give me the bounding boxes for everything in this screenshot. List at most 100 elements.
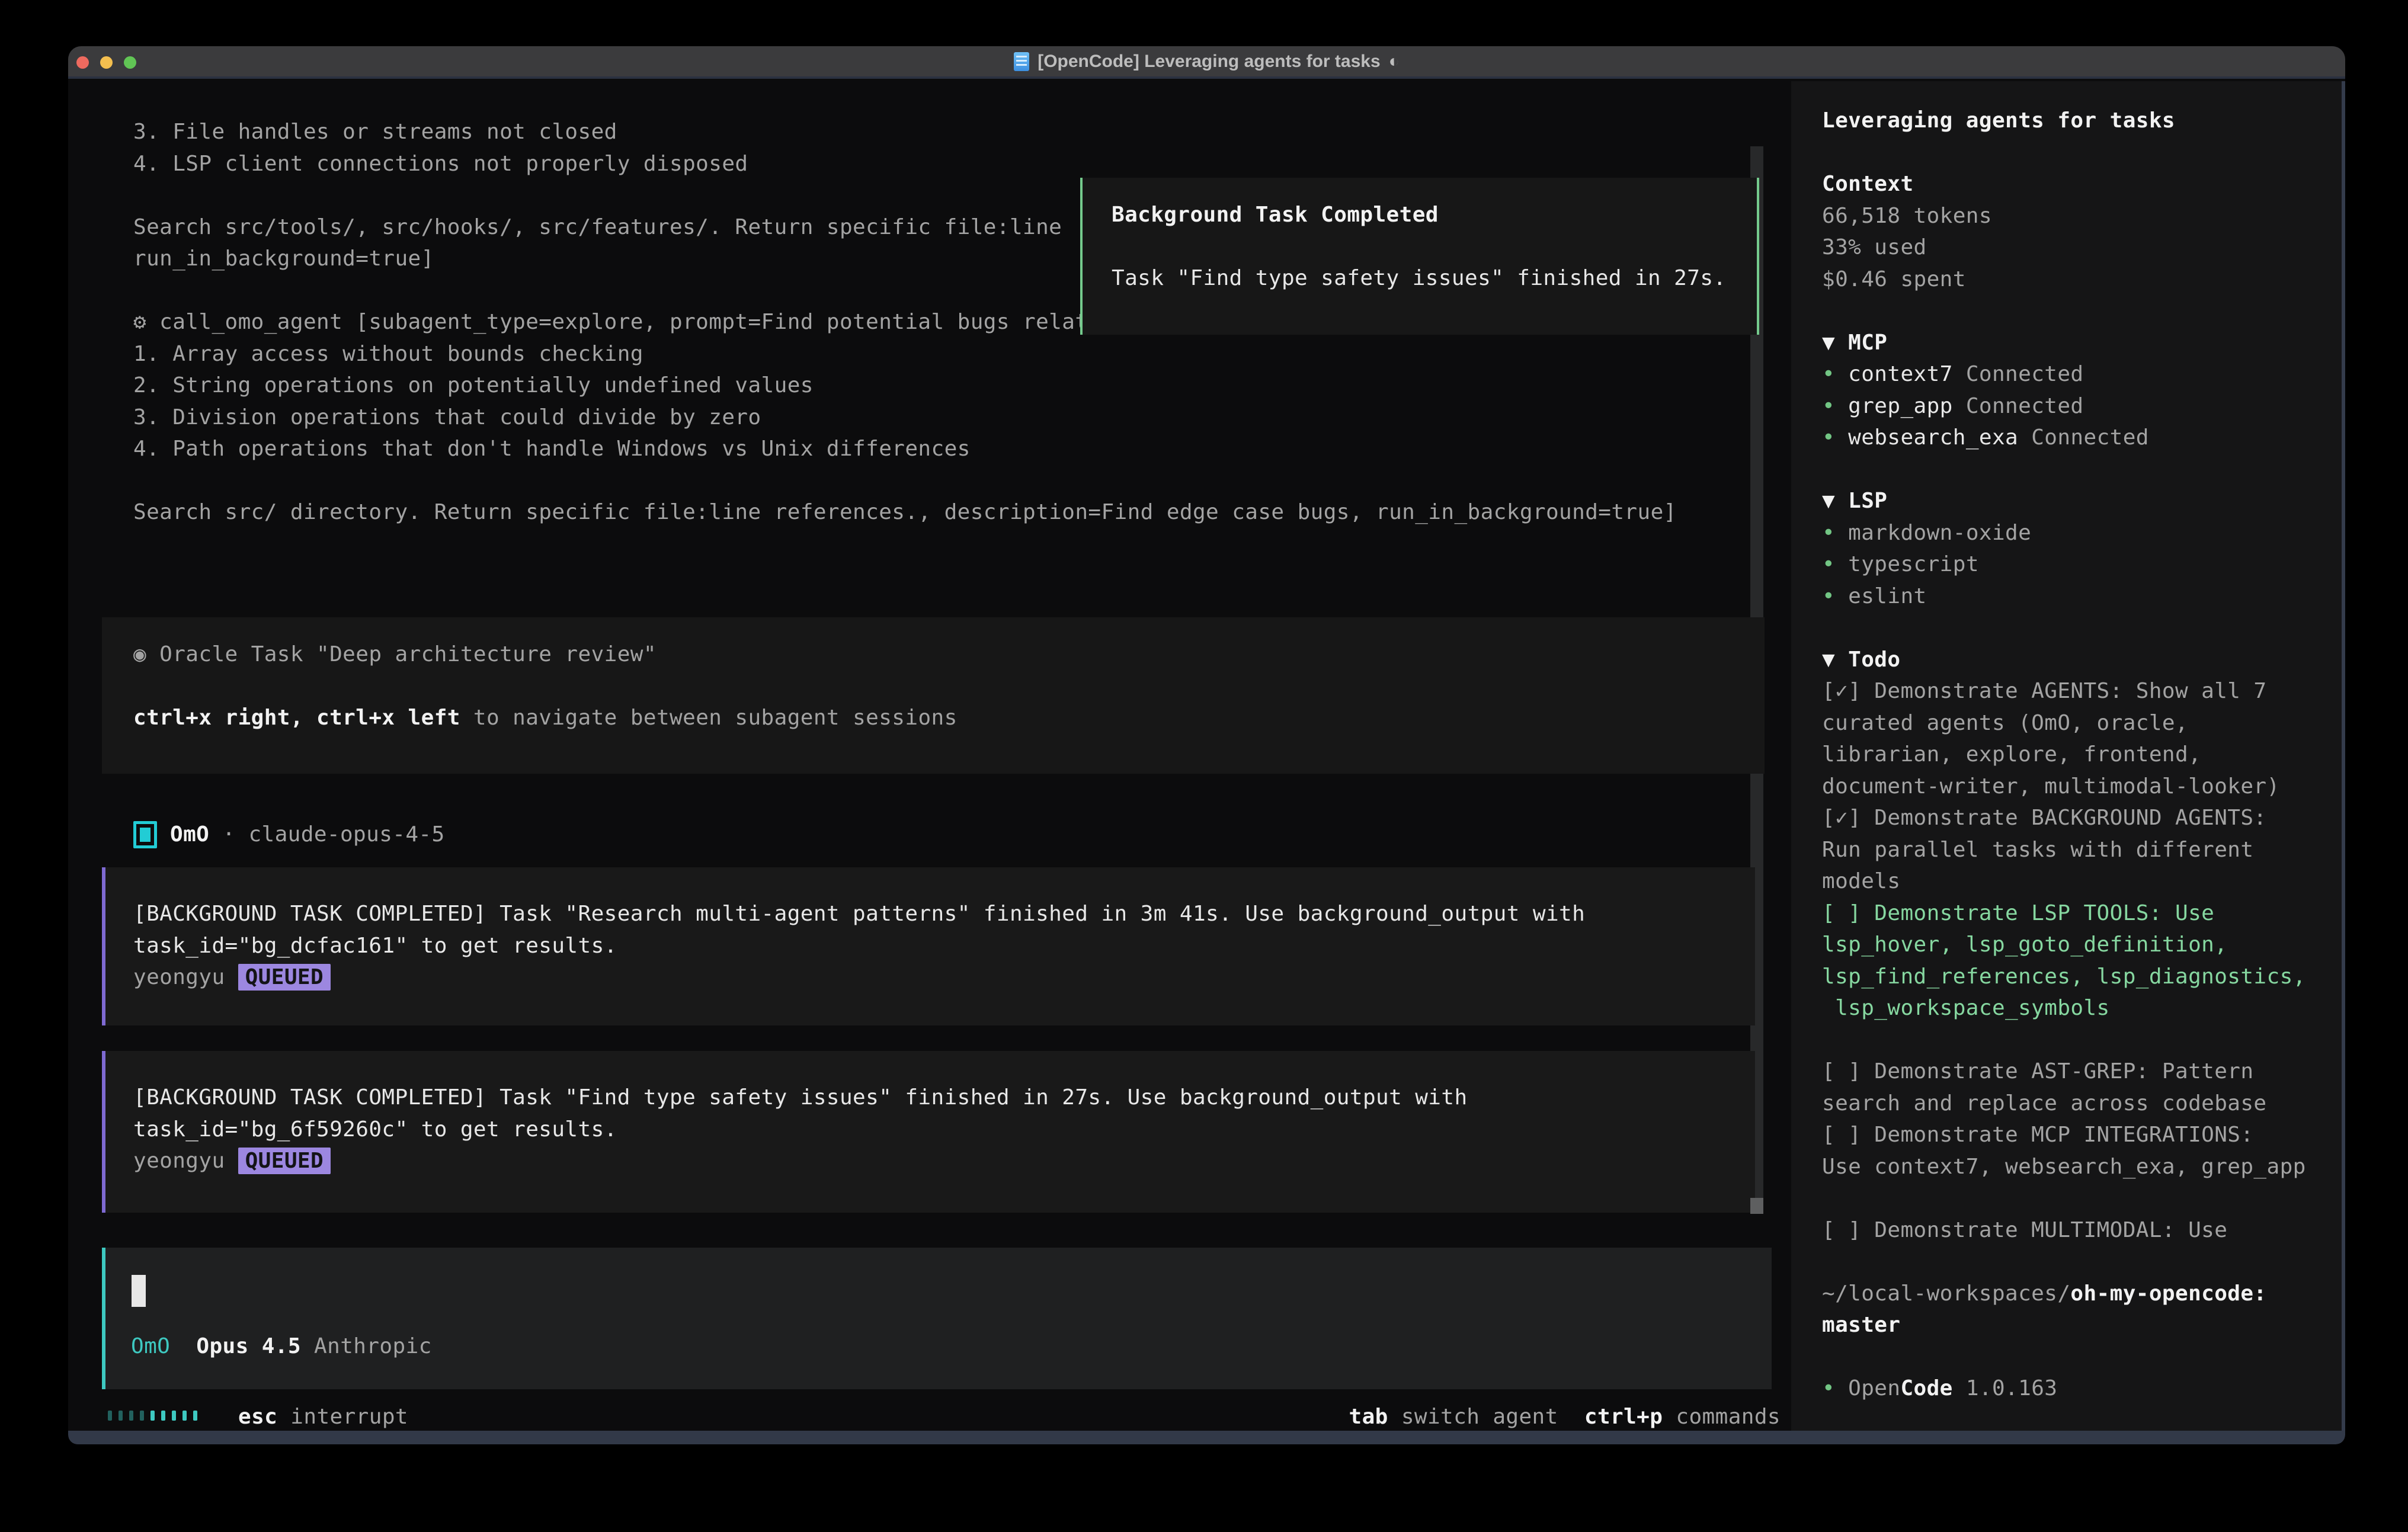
text-segment: ▼ MCP (1822, 331, 1887, 355)
message-background-task-1: [BACKGROUND TASK COMPLETED] Task "Resear… (102, 867, 1755, 1025)
text-line (133, 671, 958, 703)
status-bar: esc interrupt tab switch agent ctrl+p co… (68, 1401, 1791, 1433)
text-line: task_id="bg_dcfac161" to get results. (133, 930, 1585, 962)
text-line: • OpenCode 1.0.163 (1822, 1373, 2306, 1405)
agent-header-label: OmO · claude-opus-4-5 (170, 819, 445, 851)
text-line: ~/local-workspaces/oh-my-opencode: (1822, 1278, 2306, 1310)
text-line: tab switch agent ctrl+p commands (1349, 1401, 1781, 1433)
text-segment: [ ] Demonstrate LSP TOOLS: Use (1822, 901, 2214, 925)
oracle-task-panel: ◉ Oracle Task "Deep architecture review"… (102, 617, 1765, 774)
text-segment: 1.0.163 (1953, 1376, 2058, 1400)
terminal-content: 3. File handles or streams not closed4. … (68, 81, 2345, 1431)
text-segment: [BACKGROUND TASK COMPLETED] Task "Resear… (133, 902, 1585, 926)
sidebar: Leveraging agents for tasksContext66,518… (1791, 81, 2342, 1431)
sidebar-lines: Leveraging agents for tasksContext66,518… (1822, 105, 2306, 1405)
text-segment: [BACKGROUND TASK COMPLETED] Task "Find t… (133, 1085, 1468, 1110)
text-line (1822, 1182, 2306, 1214)
text-line (1822, 612, 2306, 644)
text-line: ▼ LSP (1822, 485, 2306, 517)
text-line: OmO · claude-opus-4-5 (170, 819, 445, 851)
text-segment: lsp_workspace_symbols (1822, 996, 2110, 1020)
text-segment: 33% used (1822, 235, 1927, 259)
text-segment: lsp_find_references, lsp_diagnostics, (1822, 964, 2306, 989)
text-segment: Task "Find type safety issues" finished … (1112, 266, 1726, 290)
text-segment: [ ] Demonstrate MULTIMODAL: Use (1822, 1218, 2227, 1242)
text-line: 66,518 tokens (1822, 200, 2306, 232)
text-segment: [✓] Demonstrate AGENTS: Show all 7 (1822, 679, 2267, 703)
shortcut-hints: tab switch agent ctrl+p commands (1349, 1401, 1781, 1433)
text-segment (170, 1334, 196, 1358)
text-segment: context7 (1848, 362, 1966, 386)
text-segment: Use context7, websearch_exa, grep_app (1822, 1155, 2306, 1179)
prompt-input[interactable]: OmO Opus 4.5 Anthropic (102, 1248, 1772, 1389)
message-text: [BACKGROUND TASK COMPLETED] Task "Find t… (133, 1082, 1468, 1177)
text-segment: yeongyu (133, 965, 238, 989)
text-segment: • (1822, 1376, 1848, 1400)
text-line: task_id="bg_6f59260c" to get results. (133, 1114, 1468, 1146)
text-segment: 2. String operations on potentially unde… (133, 373, 814, 398)
text-line: document-writer, multimodal-looker) (1822, 771, 2306, 803)
text-line (1112, 231, 1726, 263)
toast-text: Background Task CompletedTask "Find type… (1112, 199, 1726, 294)
text-segment: task_id="bg_dcfac161" to get results. (133, 934, 617, 958)
text-line: master (1822, 1309, 2306, 1341)
text-segment (1558, 1405, 1584, 1429)
titlebar: [OpenCode] Leveraging agents for tasks ◐ (68, 46, 2345, 79)
text-line: ▼ MCP (1822, 327, 2306, 359)
text-segment: Search src/ directory. Return specific f… (133, 500, 1677, 524)
spinner-icon (108, 1411, 197, 1421)
text-segment: • (1822, 584, 1848, 608)
window-title: [OpenCode] Leveraging agents for tasks (1038, 52, 1380, 72)
text-segment: Connected (1966, 394, 2084, 418)
text-line: • grep_app Connected (1822, 390, 2306, 422)
chat-scrollbar-thumb[interactable] (1750, 1198, 1763, 1214)
text-segment: oh-my-opencode: (2070, 1281, 2266, 1306)
text-segment: ctrl+x right, ctrl+x left (133, 706, 460, 730)
message-background-task-2: [BACKGROUND TASK COMPLETED] Task "Find t… (102, 1051, 1755, 1213)
text-segment: Code (1900, 1376, 1952, 1400)
text-segment: Open (1848, 1376, 1900, 1400)
text-line: $0.46 spent (1822, 264, 2306, 296)
text-line: [BACKGROUND TASK COMPLETED] Task "Find t… (133, 1082, 1468, 1114)
text-line: search and replace across codebase (1822, 1088, 2306, 1120)
text-segment: 4. Path operations that don't handle Win… (133, 437, 971, 461)
text-line: • websearch_exa Connected (1822, 422, 2306, 454)
text-line: esc interrupt (238, 1401, 408, 1433)
text-segment: markdown-oxide (1848, 521, 2031, 545)
text-line (1822, 1246, 2306, 1278)
text-segment: ▼ Todo (1822, 648, 1900, 672)
text-line: • context7 Connected (1822, 358, 2306, 390)
text-line: yeongyu QUEUED (133, 961, 1585, 993)
text-line (1822, 454, 2306, 486)
text-segment: Connected (1966, 362, 2084, 386)
text-line: [ ] Demonstrate MCP INTEGRATIONS: (1822, 1119, 2306, 1151)
background-task-toast: Background Task CompletedTask "Find type… (1080, 178, 1759, 335)
minimize-button[interactable] (100, 56, 113, 69)
text-segment: lsp_hover, lsp_goto_definition, (1822, 932, 2227, 957)
text-line: [ ] Demonstrate AST-GREP: Pattern (1822, 1056, 2306, 1088)
text-line: • markdown-oxide (1822, 517, 2306, 549)
text-segment: tab (1349, 1405, 1388, 1429)
text-segment: ◉ Oracle Task "Deep architecture review" (133, 642, 657, 666)
text-line: models (1822, 866, 2306, 898)
text-segment: 4. LSP client connections not properly d… (133, 152, 748, 176)
shortcut-interrupt: esc interrupt (238, 1401, 408, 1433)
text-segment: 1. Array access without bounds checking (133, 342, 643, 366)
text-segment: Run parallel tasks with different (1822, 838, 2253, 862)
agent-icon (133, 821, 157, 848)
text-line: Run parallel tasks with different (1822, 834, 2306, 866)
text-line: librarian, explore, frontend, (1822, 739, 2306, 771)
text-segment: $0.46 spent (1822, 267, 1966, 291)
text-segment: [ ] Demonstrate AST-GREP: Pattern (1822, 1059, 2253, 1084)
text-segment: 3. Division operations that could divide… (133, 405, 761, 430)
text-line: yeongyu QUEUED (133, 1145, 1468, 1177)
text-line (1822, 1341, 2306, 1373)
close-button[interactable] (76, 56, 89, 69)
text-segment: • (1822, 425, 1848, 450)
text-segment: [✓] Demonstrate BACKGROUND AGENTS: (1822, 806, 2267, 830)
zoom-button[interactable] (124, 56, 136, 69)
text-segment: search and replace across codebase (1822, 1091, 2267, 1116)
text-line: 2. String operations on potentially unde… (133, 370, 1742, 402)
session-indicator-icon: ◐ (1389, 52, 1400, 72)
text-segment: esc (238, 1405, 277, 1429)
